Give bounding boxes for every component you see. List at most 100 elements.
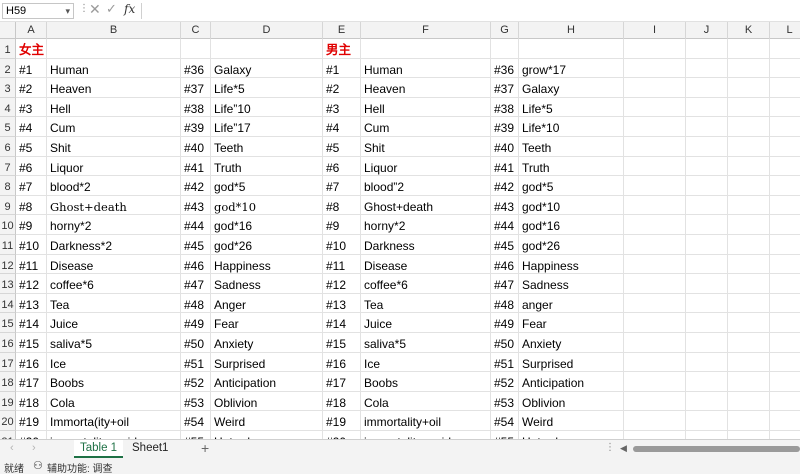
row-header[interactable]: 21 (0, 431, 16, 439)
cell-i1[interactable] (624, 39, 686, 59)
row-header[interactable]: 5 (0, 117, 16, 137)
cell-l2[interactable] (770, 59, 800, 79)
cell-j16[interactable] (686, 333, 728, 353)
sheet-tab-table-1[interactable]: Table 1 (74, 440, 124, 458)
cell-g19[interactable]: #53 (491, 391, 519, 412)
cell-j8[interactable] (686, 176, 728, 196)
enter-icon[interactable]: ✓ (106, 1, 117, 17)
cell-b9[interactable]: Ghost+death (47, 195, 181, 216)
cell-b14[interactable]: Tea (47, 293, 181, 314)
scroll-left-icon[interactable]: ◀ (620, 443, 627, 454)
row-header[interactable]: 19 (0, 391, 16, 412)
cell-b10[interactable]: horny*2 (47, 215, 181, 235)
cell-c13[interactable]: #47 (181, 274, 211, 294)
cell-l17[interactable] (770, 353, 800, 373)
row-header[interactable]: 6 (0, 137, 16, 157)
cell-e5[interactable]: #4 (323, 117, 361, 137)
cell-b15[interactable]: Juice (47, 313, 181, 333)
cell-i13[interactable] (624, 274, 686, 294)
column-header-a[interactable]: A (16, 22, 47, 39)
cell-l5[interactable] (770, 117, 800, 137)
row-header[interactable]: 16 (0, 333, 16, 353)
cell-j3[interactable] (686, 78, 728, 98)
row-header[interactable]: 18 (0, 372, 16, 392)
cell-b8[interactable]: blood*2 (47, 176, 181, 196)
cell-f7[interactable]: Liquor (361, 156, 491, 177)
cell-g21[interactable]: #55 (491, 431, 519, 439)
cell-f3[interactable]: Heaven (361, 78, 491, 98)
cell-k7[interactable] (728, 156, 770, 177)
cell-h8[interactable]: god*5 (519, 176, 624, 196)
cell-h16[interactable]: Anxiety (519, 333, 624, 353)
row-header[interactable]: 3 (0, 78, 16, 98)
cell-i5[interactable] (624, 117, 686, 137)
cell-a4[interactable]: #3 (16, 97, 47, 118)
cell-j9[interactable] (686, 195, 728, 216)
cell-h6[interactable]: Teeth (519, 137, 624, 157)
row-header[interactable]: 4 (0, 97, 16, 118)
cell-d15[interactable]: Fear (211, 313, 323, 333)
cell-d17[interactable]: Surprised (211, 352, 323, 373)
cell-d18[interactable]: Anticipation (211, 372, 323, 392)
row-header[interactable]: 2 (0, 58, 16, 79)
cell-j4[interactable] (686, 97, 728, 118)
cell-a2[interactable]: #1 (16, 58, 47, 79)
column-header-j[interactable]: J (686, 22, 728, 39)
cell-c5[interactable]: #39 (181, 117, 211, 137)
cell-k21[interactable] (728, 431, 770, 439)
cell-a21[interactable]: #20 (16, 431, 47, 439)
cell-e17[interactable]: #16 (323, 352, 361, 373)
cell-l10[interactable] (770, 215, 800, 235)
cell-d9[interactable]: god*10 (211, 195, 323, 216)
cell-f6[interactable]: Shit (361, 137, 491, 157)
cell-l21[interactable] (770, 431, 800, 439)
cell-a1[interactable]: 女主 (16, 39, 47, 59)
cell-a11[interactable]: #10 (16, 235, 47, 255)
cell-e2[interactable]: #1 (323, 58, 361, 79)
cell-d1[interactable] (211, 39, 323, 59)
cell-e20[interactable]: #19 (323, 411, 361, 431)
cell-i19[interactable] (624, 391, 686, 412)
cell-f10[interactable]: horny*2 (361, 215, 491, 235)
insert-function-icon[interactable]: fx (124, 2, 135, 16)
cell-e3[interactable]: #2 (323, 78, 361, 98)
cell-c19[interactable]: #53 (181, 391, 211, 412)
column-header-f[interactable]: F (361, 22, 491, 39)
cell-c20[interactable]: #54 (181, 411, 211, 431)
cell-i15[interactable] (624, 313, 686, 333)
cell-b20[interactable]: Immorta(ity+oil (47, 411, 181, 431)
cell-k5[interactable] (728, 117, 770, 137)
cell-k13[interactable] (728, 274, 770, 294)
cell-g1[interactable] (491, 39, 519, 59)
cell-e14[interactable]: #13 (323, 293, 361, 314)
cell-h3[interactable]: Galaxy (519, 78, 624, 98)
cell-g2[interactable]: #36 (491, 58, 519, 79)
cell-l15[interactable] (770, 313, 800, 333)
cell-l19[interactable] (770, 392, 800, 412)
cell-k17[interactable] (728, 352, 770, 373)
cell-h17[interactable]: Surprised (519, 352, 624, 373)
cell-h4[interactable]: Life*5 (519, 97, 624, 118)
cell-h15[interactable]: Fear (519, 313, 624, 333)
cell-b12[interactable]: Disease (47, 254, 181, 275)
cell-f18[interactable]: Boobs (361, 372, 491, 392)
cell-c8[interactable]: #42 (181, 176, 211, 196)
cell-e21[interactable]: #20 (323, 431, 361, 439)
formula-input[interactable] (141, 3, 800, 19)
accessibility-status[interactable]: 辅助功能: 调查 (47, 460, 113, 475)
cell-g6[interactable]: #40 (491, 137, 519, 157)
cell-i16[interactable] (624, 333, 686, 353)
cell-e7[interactable]: #6 (323, 156, 361, 177)
cell-e18[interactable]: #17 (323, 372, 361, 392)
cell-f8[interactable]: blood”2 (361, 176, 491, 196)
cell-e9[interactable]: #8 (323, 195, 361, 216)
cell-i12[interactable] (624, 254, 686, 275)
cell-d7[interactable]: Truth (211, 156, 323, 177)
cell-e13[interactable]: #12 (323, 274, 361, 294)
cell-c21[interactable]: #55 (181, 431, 211, 439)
cell-f21[interactable]: immortality+acid (361, 431, 491, 439)
cell-e15[interactable]: #14 (323, 313, 361, 333)
cell-h20[interactable]: Weird (519, 411, 624, 431)
row-header[interactable]: 10 (0, 215, 16, 235)
chevron-down-icon[interactable]: ▾ (65, 4, 70, 18)
